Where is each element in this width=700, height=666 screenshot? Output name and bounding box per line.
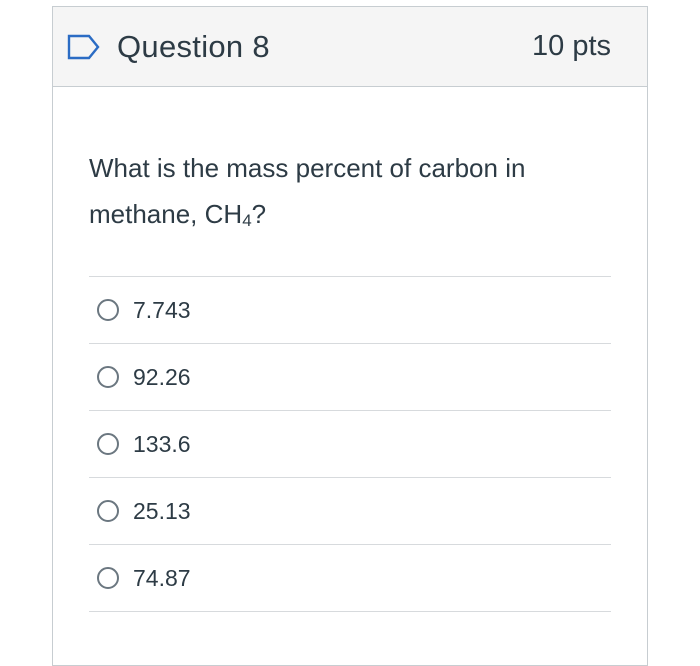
question-points: 10 pts <box>532 30 611 62</box>
flag-question-icon[interactable] <box>67 34 101 60</box>
answer-option[interactable]: 74.87 <box>89 545 611 612</box>
answer-list: 7.743 92.26 133.6 25.13 74.87 <box>89 276 611 612</box>
radio-unselected-icon[interactable] <box>97 366 119 388</box>
answer-label: 25.13 <box>133 497 191 524</box>
answer-label: 92.26 <box>133 363 191 390</box>
answer-option[interactable]: 92.26 <box>89 344 611 411</box>
radio-unselected-icon[interactable] <box>97 567 119 589</box>
question-card: Question 8 10 pts What is the mass perce… <box>52 6 648 666</box>
question-header-left: Question 8 <box>67 29 270 65</box>
radio-unselected-icon[interactable] <box>97 433 119 455</box>
answer-option[interactable]: 7.743 <box>89 277 611 344</box>
answer-option[interactable]: 25.13 <box>89 478 611 545</box>
answer-label: 7.743 <box>133 296 191 323</box>
question-title: Question 8 <box>117 28 270 64</box>
answer-option[interactable]: 133.6 <box>89 411 611 478</box>
radio-unselected-icon[interactable] <box>97 299 119 321</box>
question-header: Question 8 10 pts <box>53 7 647 87</box>
answer-label: 74.87 <box>133 564 191 591</box>
radio-unselected-icon[interactable] <box>97 500 119 522</box>
answer-label: 133.6 <box>133 430 191 457</box>
question-text: What is the mass percent of carbon in me… <box>89 145 579 244</box>
question-text-end: ? <box>251 199 267 229</box>
question-text-subscript: 4 <box>242 211 252 230</box>
question-text-main: What is the mass percent of carbon in me… <box>89 153 526 229</box>
question-body: What is the mass percent of carbon in me… <box>53 87 647 612</box>
